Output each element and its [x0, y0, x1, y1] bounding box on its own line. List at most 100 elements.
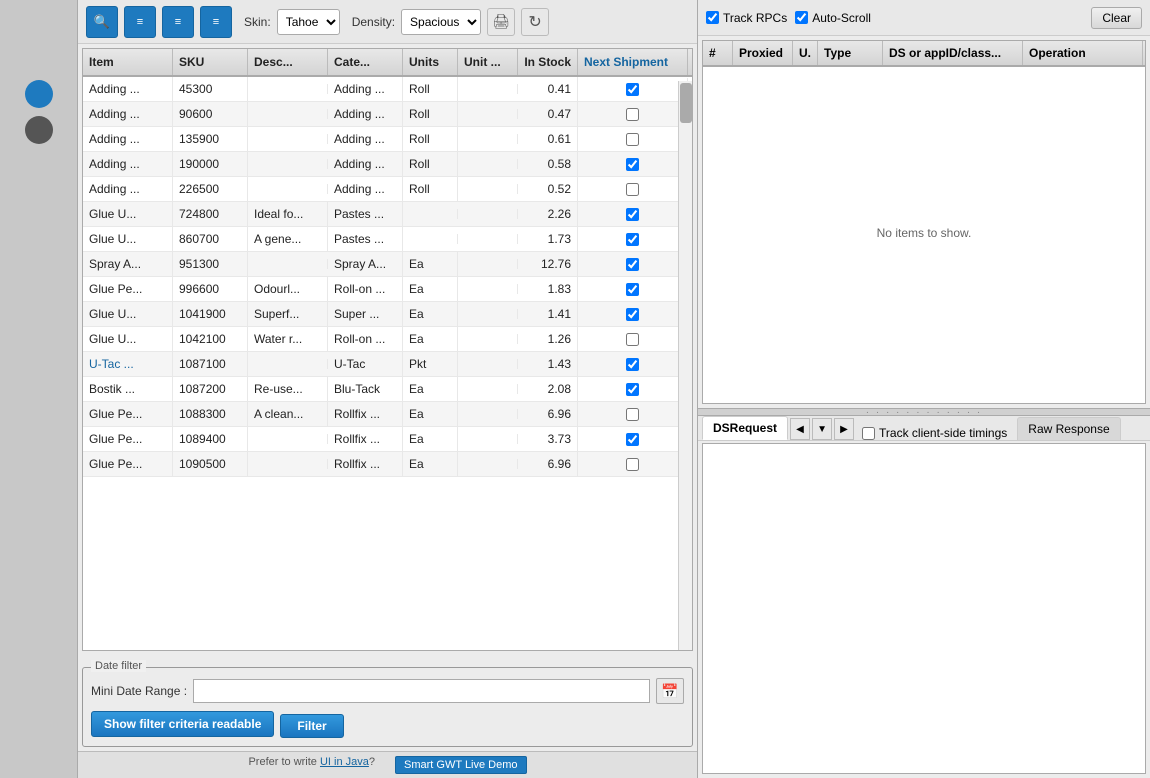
- col-header-instock[interactable]: In Stock: [518, 49, 578, 75]
- cell-next[interactable]: [578, 278, 688, 301]
- table-row[interactable]: Adding ... 45300 Adding ... Roll 0.41: [83, 77, 692, 102]
- instock-checkbox[interactable]: [626, 458, 639, 471]
- cell-cate: Adding ...: [328, 152, 403, 176]
- tab-dsrequest[interactable]: DSRequest: [702, 416, 788, 440]
- instock-checkbox[interactable]: [626, 283, 639, 296]
- table-row[interactable]: Glue Pe... 996600 Odourl... Roll-on ... …: [83, 277, 692, 302]
- instock-checkbox[interactable]: [626, 433, 639, 446]
- cell-next[interactable]: [578, 353, 688, 376]
- grid-scrollbar[interactable]: [678, 81, 692, 650]
- rpc-col-ds[interactable]: DS or appID/class...: [883, 41, 1023, 65]
- track-rpc-checkbox[interactable]: [706, 11, 719, 24]
- instock-checkbox[interactable]: [626, 333, 639, 346]
- tab-nav-next[interactable]: ▶: [834, 418, 854, 440]
- cell-next[interactable]: [578, 328, 688, 351]
- instock-checkbox[interactable]: [626, 258, 639, 271]
- instock-checkbox[interactable]: [626, 408, 639, 421]
- table-row[interactable]: Glue Pe... 1090500 Rollfix ... Ea 6.96: [83, 452, 692, 477]
- tab-raw-response[interactable]: Raw Response: [1017, 417, 1120, 440]
- table-row[interactable]: Glue U... 724800 Ideal fo... Pastes ... …: [83, 202, 692, 227]
- col-header-unit2[interactable]: Unit ...: [458, 49, 518, 75]
- list-view-button-1[interactable]: ≡: [124, 6, 156, 38]
- instock-checkbox[interactable]: [626, 183, 639, 196]
- cell-next[interactable]: [578, 303, 688, 326]
- col-header-item[interactable]: Item: [83, 49, 173, 75]
- auto-scroll-label[interactable]: Auto-Scroll: [795, 11, 871, 25]
- instock-checkbox[interactable]: [626, 358, 639, 371]
- instock-checkbox[interactable]: [626, 383, 639, 396]
- table-row[interactable]: Glue U... 1042100 Water r... Roll-on ...…: [83, 327, 692, 352]
- cell-next[interactable]: [578, 78, 688, 101]
- cell-next[interactable]: [578, 128, 688, 151]
- mini-date-range-input[interactable]: [193, 679, 650, 703]
- rpc-col-type[interactable]: Type: [818, 41, 883, 65]
- tab-nav-dropdown[interactable]: ▼: [812, 418, 832, 440]
- instock-checkbox[interactable]: [626, 158, 639, 171]
- instock-checkbox[interactable]: [626, 308, 639, 321]
- cell-next[interactable]: [578, 428, 688, 451]
- cell-next[interactable]: [578, 103, 688, 126]
- cell-next[interactable]: [578, 403, 688, 426]
- track-rpc-label[interactable]: Track RPCs: [706, 11, 787, 25]
- cell-next[interactable]: [578, 378, 688, 401]
- show-filter-criteria-button[interactable]: Show filter criteria readable: [91, 711, 274, 737]
- table-row[interactable]: Adding ... 226500 Adding ... Roll 0.52: [83, 177, 692, 202]
- density-select[interactable]: Spacious: [401, 9, 481, 35]
- cell-next[interactable]: [578, 453, 688, 476]
- left-strip-btn-1[interactable]: [25, 80, 53, 108]
- table-row[interactable]: U-Tac ... 1087100 U-Tac Pkt 1.43: [83, 352, 692, 377]
- skin-select[interactable]: Tahoe: [277, 9, 340, 35]
- cell-cate: Rollfix ...: [328, 427, 403, 451]
- cell-unit2: [458, 434, 518, 444]
- ui-link[interactable]: UI in Java: [320, 756, 369, 768]
- table-row[interactable]: Glue U... 860700 A gene... Pastes ... 1.…: [83, 227, 692, 252]
- instock-checkbox[interactable]: [626, 108, 639, 121]
- cell-next[interactable]: [578, 203, 688, 226]
- list-view-button-3[interactable]: ≡: [200, 6, 232, 38]
- instock-checkbox[interactable]: [626, 83, 639, 96]
- grid-body[interactable]: Adding ... 45300 Adding ... Roll 0.41 Ad…: [83, 77, 692, 646]
- grid-scrollbar-thumb[interactable]: [680, 83, 692, 123]
- table-row[interactable]: Glue Pe... 1088300 A clean... Rollfix ..…: [83, 402, 692, 427]
- instock-checkbox[interactable]: [626, 233, 639, 246]
- clear-button[interactable]: Clear: [1091, 7, 1142, 29]
- search-button[interactable]: 🔍: [86, 6, 118, 38]
- table-row[interactable]: Spray A... 951300 Spray A... Ea 12.76: [83, 252, 692, 277]
- table-row[interactable]: Adding ... 190000 Adding ... Roll 0.58: [83, 152, 692, 177]
- rpc-col-op[interactable]: Operation: [1023, 41, 1143, 65]
- cell-next[interactable]: [578, 253, 688, 276]
- col-header-cate[interactable]: Cate...: [328, 49, 403, 75]
- list-view-button-2[interactable]: ≡: [162, 6, 194, 38]
- h-divider[interactable]: · · · · · · · · · · · ·: [698, 408, 1150, 416]
- tab-nav-prev[interactable]: ◀: [790, 418, 810, 440]
- cell-next[interactable]: [578, 178, 688, 201]
- skin-label: Skin:: [244, 15, 271, 29]
- col-header-units[interactable]: Units: [403, 49, 458, 75]
- table-row[interactable]: Bostik ... 1087200 Re-use... Blu-Tack Ea…: [83, 377, 692, 402]
- col-header-sku[interactable]: SKU: [173, 49, 248, 75]
- left-strip-btn-2[interactable]: [25, 116, 53, 144]
- refresh-button[interactable]: ↻: [521, 8, 549, 36]
- auto-scroll-checkbox[interactable]: [795, 11, 808, 24]
- cell-next[interactable]: [578, 228, 688, 251]
- cell-next[interactable]: [578, 153, 688, 176]
- filter-button[interactable]: Filter: [280, 714, 343, 738]
- table-row[interactable]: Adding ... 135900 Adding ... Roll 0.61: [83, 127, 692, 152]
- instock-checkbox[interactable]: [626, 133, 639, 146]
- rpc-col-u[interactable]: U.: [793, 41, 818, 65]
- track-client-label[interactable]: Track client-side timings: [862, 426, 1007, 440]
- print-button[interactable]: 🖨: [487, 8, 515, 36]
- rpc-col-proxied[interactable]: Proxied: [733, 41, 793, 65]
- instock-checkbox[interactable]: [626, 208, 639, 221]
- table-row[interactable]: Glue Pe... 1089400 Rollfix ... Ea 3.73: [83, 427, 692, 452]
- rpc-col-hash[interactable]: #: [703, 41, 733, 65]
- table-row[interactable]: Adding ... 90600 Adding ... Roll 0.47: [83, 102, 692, 127]
- track-client-checkbox[interactable]: [862, 427, 875, 440]
- smart-gwt-demo-button[interactable]: Smart GWT Live Demo: [395, 756, 527, 774]
- cell-units: Roll: [403, 127, 458, 151]
- col-header-next[interactable]: Next Shipment: [578, 49, 688, 75]
- col-header-desc[interactable]: Desc...: [248, 49, 328, 75]
- calendar-button[interactable]: 📅: [656, 678, 684, 704]
- cell-cate: Adding ...: [328, 102, 403, 126]
- table-row[interactable]: Glue U... 1041900 Superf... Super ... Ea…: [83, 302, 692, 327]
